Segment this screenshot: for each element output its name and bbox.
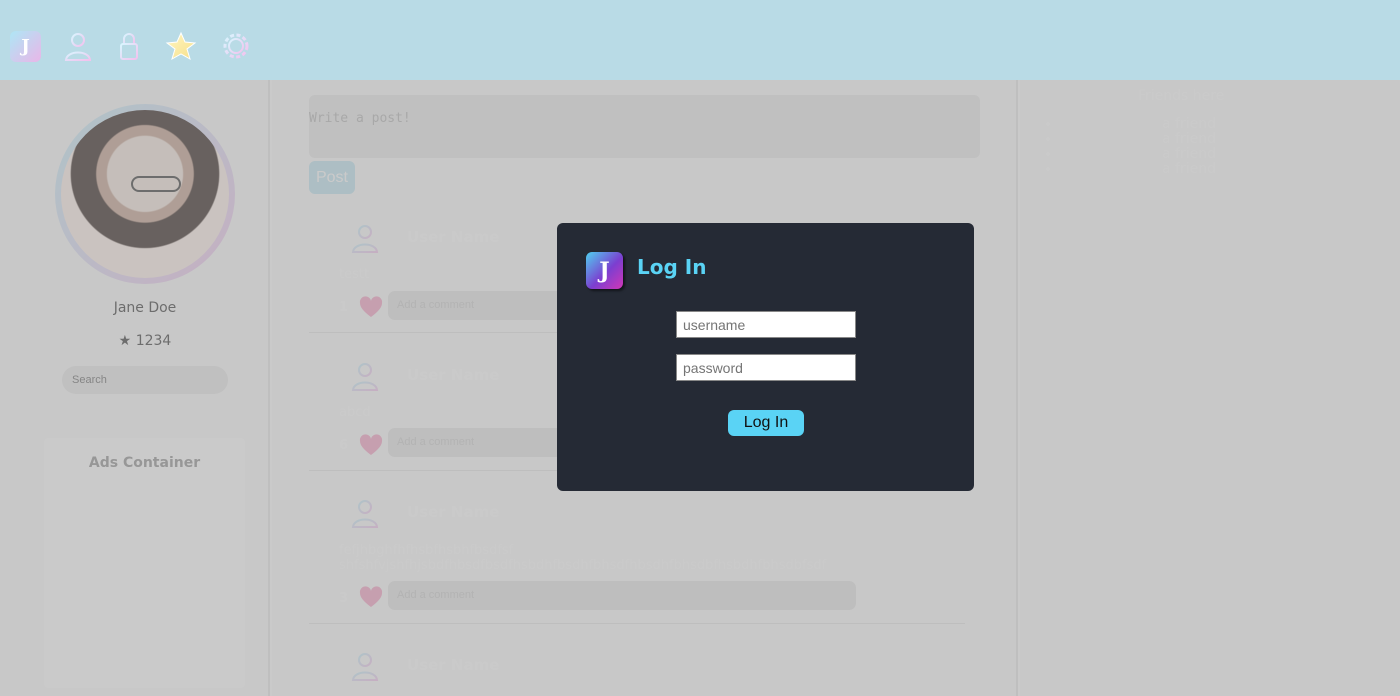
login-button[interactable]: Log In [728,410,804,436]
login-modal: J Log In Log In [557,223,974,491]
user-icon[interactable] [62,30,94,62]
lock-icon[interactable] [113,30,145,62]
app-logo: J [586,252,623,289]
password-field[interactable] [676,354,856,381]
modal-title: Log In [637,255,707,279]
gear-icon[interactable] [220,30,252,62]
username-field[interactable] [676,311,856,338]
app-logo[interactable]: J [10,31,41,62]
top-nav: J [0,0,1400,80]
star-icon[interactable] [165,30,197,62]
